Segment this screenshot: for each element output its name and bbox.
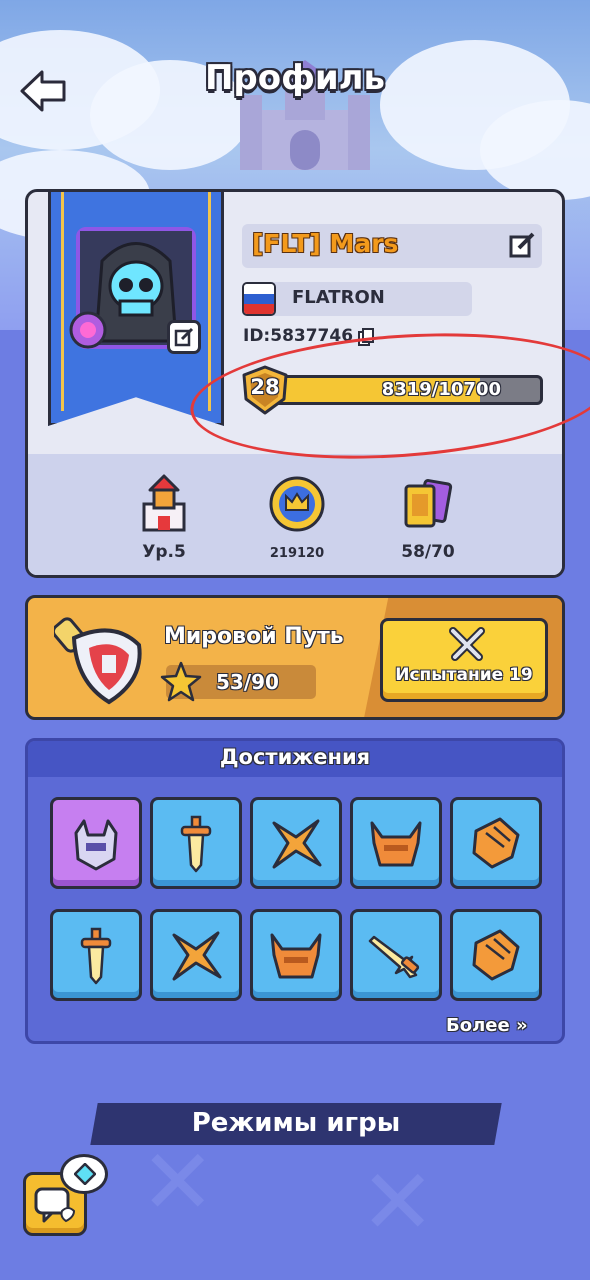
achievements-title: Достижения xyxy=(219,745,371,769)
player-name-box: [FLT] Mars xyxy=(242,224,542,268)
horned-helmet-icon xyxy=(370,821,422,867)
more-label: Более xyxy=(446,1015,510,1036)
double-chevron-right-icon: » xyxy=(515,1015,528,1036)
stat-label: 219120 xyxy=(269,546,325,561)
world-path-progress-text: 53/90 xyxy=(216,670,279,694)
more-achievements-link[interactable]: Более » xyxy=(446,1015,528,1036)
edit-icon xyxy=(174,327,194,347)
gem-icon xyxy=(74,1163,96,1185)
achievement-tile-horned-helmet[interactable] xyxy=(250,909,342,1001)
trial-button[interactable]: Испытание 19 xyxy=(380,618,548,702)
horned-helmet-icon xyxy=(270,933,322,979)
sword-icon xyxy=(80,927,112,985)
stat-label: Ур.5 xyxy=(142,542,186,562)
fist-icon xyxy=(472,817,520,869)
achievement-tile-fist[interactable] xyxy=(450,797,542,889)
achievement-tile-sword[interactable] xyxy=(150,797,242,889)
stat-trophies[interactable]: 219120 xyxy=(247,474,347,561)
fist-icon xyxy=(472,929,520,981)
gem-bubble xyxy=(60,1154,108,1194)
world-path-card[interactable]: Мировой Путь 53/90 Испытание 19 xyxy=(25,595,565,720)
clan-name: FLATRON xyxy=(292,287,385,308)
shuriken-icon xyxy=(172,931,222,981)
player-name: [FLT] Mars xyxy=(252,229,399,258)
chat-bubble-icon xyxy=(34,1187,76,1223)
stat-castle-level[interactable]: Ур.5 xyxy=(114,474,214,562)
castle-icon xyxy=(142,474,186,532)
achievement-tile-horned-helmet[interactable] xyxy=(350,797,442,889)
avatar-edit-button[interactable] xyxy=(167,320,201,354)
game-modes-title: Режимы игры xyxy=(191,1108,401,1138)
potion-shield-icon xyxy=(54,617,142,705)
trial-button-label: Испытание 19 xyxy=(395,665,533,685)
clan-box: FLATRON xyxy=(242,282,472,316)
page-title: Профиль xyxy=(204,58,386,98)
badge-icon xyxy=(69,311,107,349)
world-path-progress: 53/90 xyxy=(160,661,316,702)
dragon-helmet-icon xyxy=(74,819,118,871)
achievement-tile-dragon-helmet[interactable] xyxy=(50,797,142,889)
stat-label: 58/70 xyxy=(401,542,455,562)
shuriken-icon xyxy=(272,819,322,869)
name-edit-button[interactable] xyxy=(506,229,538,261)
world-path-title: Мировой Путь xyxy=(164,624,344,649)
crossed-swords-icon xyxy=(449,627,485,661)
achievements-panel: Достижения Более » xyxy=(25,738,565,1044)
crown-medal-icon xyxy=(269,476,325,532)
achievement-tile-shuriken[interactable] xyxy=(250,797,342,889)
stat-cards[interactable]: 58/70 xyxy=(378,474,478,562)
achievement-tile-shuriken[interactable] xyxy=(150,909,242,1001)
achievements-header: Достижения xyxy=(28,741,562,777)
achievement-tile-fist[interactable] xyxy=(450,909,542,1001)
russia-flag-icon xyxy=(242,282,276,316)
edit-icon xyxy=(509,232,535,258)
achievement-tile-dagger[interactable] xyxy=(350,909,442,1001)
cards-icon xyxy=(404,479,453,528)
dagger-icon xyxy=(368,935,420,979)
sword-icon xyxy=(180,815,212,873)
star-icon xyxy=(160,661,202,702)
achievement-tile-sword[interactable] xyxy=(50,909,142,1001)
